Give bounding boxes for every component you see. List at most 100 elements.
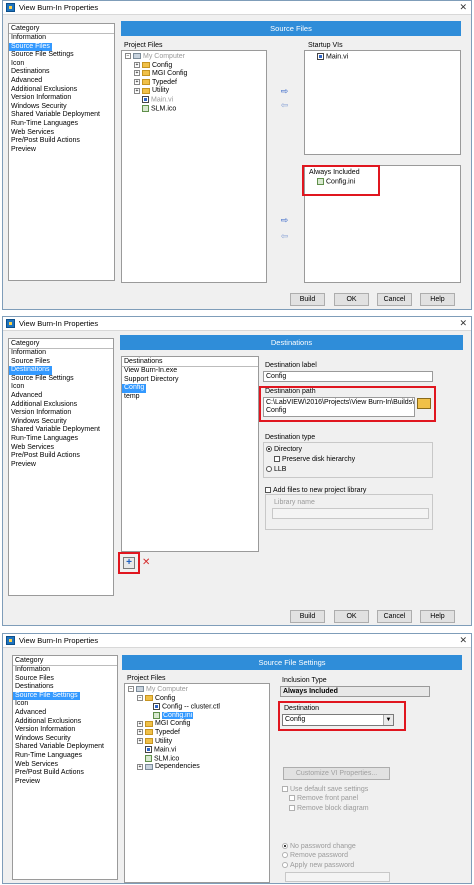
category-item-pre-post-build-actions[interactable]: Pre/Post Build Actions xyxy=(9,137,114,146)
category-item-information[interactable]: Information xyxy=(9,349,113,358)
tree-item-config[interactable]: − Config xyxy=(128,695,220,704)
radio-llb[interactable]: LLB xyxy=(266,466,286,473)
category-item-destinations[interactable]: Destinations xyxy=(13,683,117,692)
help-button[interactable]: Help xyxy=(420,610,455,623)
destination-item-config[interactable]: Config xyxy=(122,384,147,393)
category-item-preview[interactable]: Preview xyxy=(9,146,114,155)
checkbox-preserve-hierarchy[interactable]: Preserve disk hierarchy xyxy=(274,456,355,463)
category-item-pre-post-build-actions[interactable]: Pre/Post Build Actions xyxy=(9,452,113,461)
build-button[interactable]: Build xyxy=(290,293,325,306)
category-item-web-services[interactable]: Web Services xyxy=(13,761,117,770)
expand-icon[interactable]: + xyxy=(134,61,140,68)
category-item-version-information[interactable]: Version Information xyxy=(9,94,114,103)
category-item-additional-exclusions[interactable]: Additional Exclusions xyxy=(9,401,113,410)
tree-item-main-vi[interactable]: Main.vi xyxy=(128,746,220,755)
remove-startup-arrow-icon[interactable]: ⇦ xyxy=(278,101,291,110)
category-item-version-information[interactable]: Version Information xyxy=(9,409,113,418)
category-item-additional-exclusions[interactable]: Additional Exclusions xyxy=(9,86,114,95)
tree-item-config-cluster[interactable]: Config -- cluster.ctl xyxy=(128,703,220,712)
expand-icon[interactable]: + xyxy=(134,87,140,94)
tree-item-utility[interactable]: + Utility xyxy=(128,738,220,747)
checkbox-remove-block-diagram[interactable]: Remove block diagram xyxy=(289,805,369,812)
cancel-button[interactable]: Cancel xyxy=(377,610,412,623)
destination-label-input[interactable]: Config xyxy=(263,371,433,382)
category-item-web-services[interactable]: Web Services xyxy=(9,444,113,453)
category-item-advanced[interactable]: Advanced xyxy=(13,709,117,718)
collapse-icon[interactable]: − xyxy=(137,694,143,701)
startup-item-main-vi[interactable]: Main.vi xyxy=(317,53,348,62)
category-item-source-file-settings[interactable]: Source File Settings xyxy=(9,375,113,384)
remove-destination-icon[interactable]: ✕ xyxy=(142,557,150,568)
new-password-input[interactable] xyxy=(285,872,390,882)
tree-item-main-vi[interactable]: Main.vi xyxy=(125,95,187,105)
tree-item-slm-ico[interactable]: SLM.ico xyxy=(125,104,187,114)
category-item-advanced[interactable]: Advanced xyxy=(9,77,114,86)
tree-item-mgi-config[interactable]: + MGI Config xyxy=(125,70,187,79)
destination-item-support-directory[interactable]: Support Directory xyxy=(122,376,258,385)
category-item-preview[interactable]: Preview xyxy=(13,778,117,787)
category-item-shared-variable-deployment[interactable]: Shared Variable Deployment xyxy=(13,743,117,752)
tree-item-typedef[interactable]: + Typedef xyxy=(125,79,187,88)
radio-remove-password[interactable]: Remove password xyxy=(282,852,348,859)
category-item-icon[interactable]: Icon xyxy=(13,700,117,709)
tree-item-utility[interactable]: + Utility xyxy=(125,87,187,96)
category-item-run-time-languages[interactable]: Run-Time Languages xyxy=(9,435,113,444)
tree-item-mgi-config[interactable]: + MGI Config xyxy=(128,720,220,729)
category-item-icon[interactable]: Icon xyxy=(9,383,113,392)
close-icon[interactable]: ✕ xyxy=(459,635,467,646)
tree-item-dependencies[interactable]: + Dependencies xyxy=(128,763,220,772)
category-item-run-time-languages[interactable]: Run-Time Languages xyxy=(13,752,117,761)
expand-icon[interactable]: + xyxy=(134,70,140,77)
category-item-advanced[interactable]: Advanced xyxy=(9,392,113,401)
category-item-preview[interactable]: Preview xyxy=(9,461,113,470)
ok-button[interactable]: OK xyxy=(334,293,369,306)
category-item-web-services[interactable]: Web Services xyxy=(9,129,114,138)
ok-button[interactable]: OK xyxy=(334,610,369,623)
radio-no-password-change[interactable]: No password change xyxy=(282,843,356,850)
category-item-source-files[interactable]: Source Files xyxy=(9,42,52,52)
customize-vi-properties-button[interactable]: Customize VI Properties... xyxy=(283,767,390,780)
category-item-additional-exclusions[interactable]: Additional Exclusions xyxy=(13,718,117,727)
category-item-destinations[interactable]: Destinations xyxy=(9,68,114,77)
tree-item-slm-ico[interactable]: SLM.ico xyxy=(128,754,220,764)
category-item-version-information[interactable]: Version Information xyxy=(13,726,117,735)
category-item-destinations[interactable]: Destinations xyxy=(9,366,52,375)
collapse-icon[interactable]: − xyxy=(128,686,134,693)
close-icon[interactable]: ✕ xyxy=(459,2,467,13)
expand-icon[interactable]: + xyxy=(137,720,143,727)
cancel-button[interactable]: Cancel xyxy=(377,293,412,306)
destination-item-temp[interactable]: temp xyxy=(122,393,258,402)
expand-icon[interactable]: + xyxy=(134,78,140,85)
category-item-source-files[interactable]: Source Files xyxy=(9,358,113,367)
add-startup-arrow-icon[interactable]: ⇨ xyxy=(278,87,291,96)
category-item-icon[interactable]: Icon xyxy=(9,60,114,69)
category-item-pre-post-build-actions[interactable]: Pre/Post Build Actions xyxy=(13,769,117,778)
checkbox-use-default-save[interactable]: Use default save settings xyxy=(282,786,368,793)
tree-item-config[interactable]: + Config xyxy=(125,62,187,71)
checkbox-remove-front-panel[interactable]: Remove front panel xyxy=(289,795,358,802)
expand-icon[interactable]: + xyxy=(137,729,143,736)
category-item-windows-security[interactable]: Windows Security xyxy=(13,735,117,744)
category-item-source-file-settings[interactable]: Source File Settings xyxy=(9,51,114,60)
category-item-windows-security[interactable]: Windows Security xyxy=(9,103,114,112)
build-button[interactable]: Build xyxy=(290,610,325,623)
expand-icon[interactable]: + xyxy=(137,763,143,770)
category-item-information[interactable]: Information xyxy=(13,666,117,675)
tree-item-my-computer[interactable]: − My Computer xyxy=(128,686,220,695)
category-item-shared-variable-deployment[interactable]: Shared Variable Deployment xyxy=(9,111,114,120)
collapse-icon[interactable]: − xyxy=(125,53,131,60)
category-item-windows-security[interactable]: Windows Security xyxy=(9,418,113,427)
add-always-arrow-icon[interactable]: ⇨ xyxy=(278,216,291,225)
library-name-input[interactable] xyxy=(272,508,429,519)
destination-item-exe[interactable]: View Burn-In.exe xyxy=(122,367,258,376)
category-item-run-time-languages[interactable]: Run-Time Languages xyxy=(9,120,114,129)
tree-item-my-computer[interactable]: − My Computer xyxy=(125,53,187,62)
remove-always-arrow-icon[interactable]: ⇦ xyxy=(278,232,291,241)
tree-item-typedef[interactable]: + Typedef xyxy=(128,729,220,738)
radio-apply-new-password[interactable]: Apply new password xyxy=(282,862,354,869)
radio-directory[interactable]: Directory xyxy=(266,446,302,453)
expand-icon[interactable]: + xyxy=(137,737,143,744)
close-icon[interactable]: ✕ xyxy=(459,318,467,329)
category-item-source-files[interactable]: Source Files xyxy=(13,675,117,684)
checkbox-add-files-library[interactable]: Add files to new project library xyxy=(265,487,366,494)
